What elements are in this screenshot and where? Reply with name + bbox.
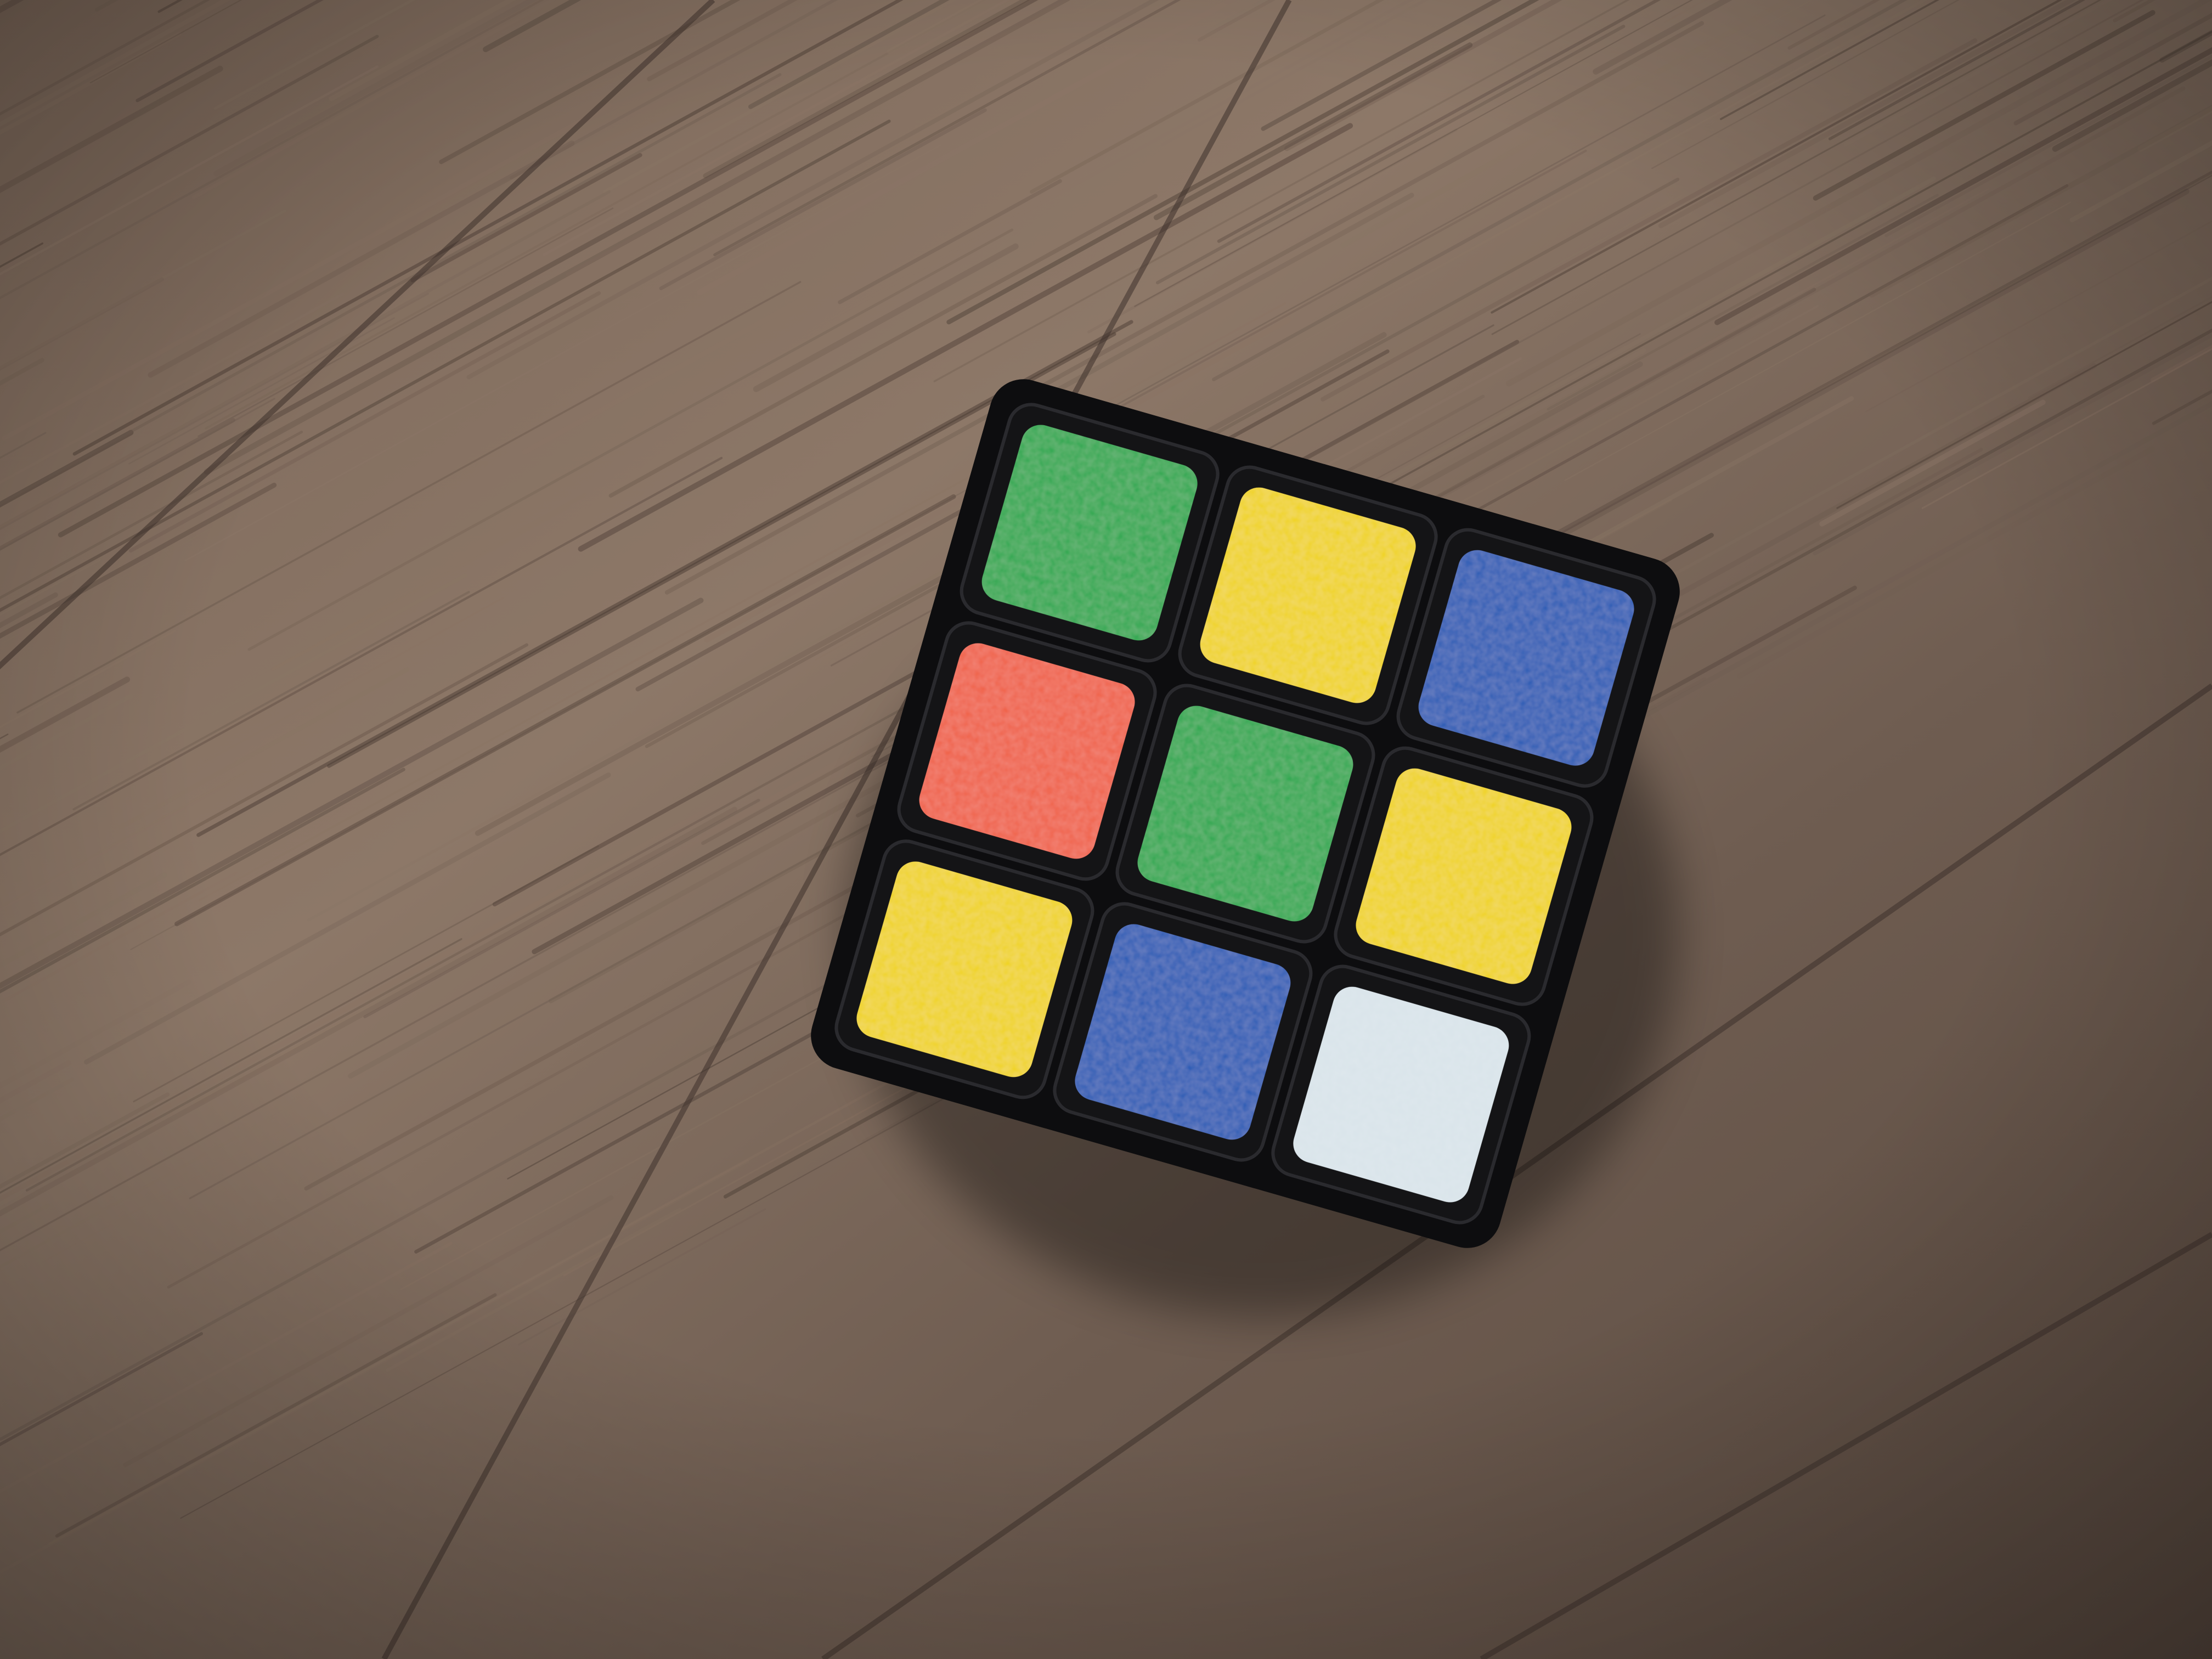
photo-canvas <box>0 0 2212 1659</box>
vignette <box>0 0 2212 1659</box>
photo-scene <box>0 0 2212 1659</box>
